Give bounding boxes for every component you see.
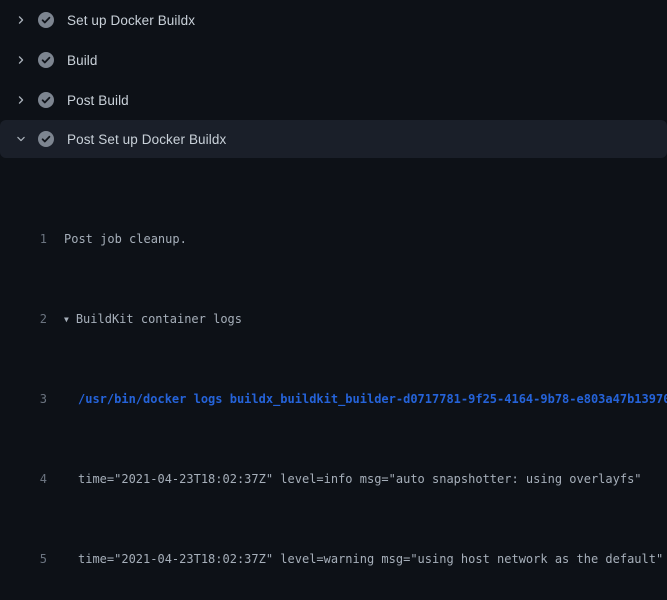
check-circle-icon <box>38 131 54 147</box>
log-line-2: 2 ▼ BuildKit container logs <box>0 309 667 329</box>
line-number[interactable]: 5 <box>0 549 47 569</box>
check-circle-icon <box>38 52 54 68</box>
step-row-post-set-up-docker-buildx[interactable]: Post Set up Docker Buildx <box>0 120 667 158</box>
log-text: time="2021-04-23T18:02:37Z" level=info m… <box>47 469 642 489</box>
step-row-set-up-docker-buildx[interactable]: Set up Docker Buildx <box>0 0 667 40</box>
line-number[interactable]: 2 <box>0 309 47 329</box>
log-group-toggle[interactable]: ▼ BuildKit container logs <box>47 309 242 329</box>
log-text: time="2021-04-23T18:02:37Z" level=warnin… <box>47 549 663 569</box>
chevron-right-icon <box>12 52 30 68</box>
check-circle-icon <box>38 12 54 28</box>
log-output: 1 Post job cleanup. 2 ▼ BuildKit containe… <box>0 158 667 600</box>
check-circle-icon <box>38 92 54 108</box>
log-line-5: 5 time="2021-04-23T18:02:37Z" level=warn… <box>0 549 667 569</box>
step-label: Post Set up Docker Buildx <box>67 132 226 147</box>
step-label: Post Build <box>67 93 129 108</box>
triangle-down-icon: ▼ <box>64 310 69 330</box>
step-label: Set up Docker Buildx <box>67 13 195 28</box>
workflow-log-panel: Set up Docker Buildx Build Post Build Po… <box>0 0 667 600</box>
line-number[interactable]: 1 <box>0 229 47 249</box>
step-label: Build <box>67 53 98 68</box>
log-line-3: 3 /usr/bin/docker logs buildx_buildkit_b… <box>0 389 667 409</box>
chevron-right-icon <box>12 12 30 28</box>
chevron-right-icon <box>12 92 30 108</box>
log-text: Post job cleanup. <box>47 229 187 249</box>
step-row-build[interactable]: Build <box>0 40 667 80</box>
line-number[interactable]: 4 <box>0 469 47 489</box>
step-row-post-build[interactable]: Post Build <box>0 80 667 120</box>
log-command-text: /usr/bin/docker logs buildx_buildkit_bui… <box>47 389 667 409</box>
chevron-down-icon <box>12 131 30 147</box>
log-line-4: 4 time="2021-04-23T18:02:37Z" level=info… <box>0 469 667 489</box>
log-line-1: 1 Post job cleanup. <box>0 229 667 249</box>
log-group-label: BuildKit container logs <box>76 312 242 326</box>
line-number[interactable]: 3 <box>0 389 47 409</box>
